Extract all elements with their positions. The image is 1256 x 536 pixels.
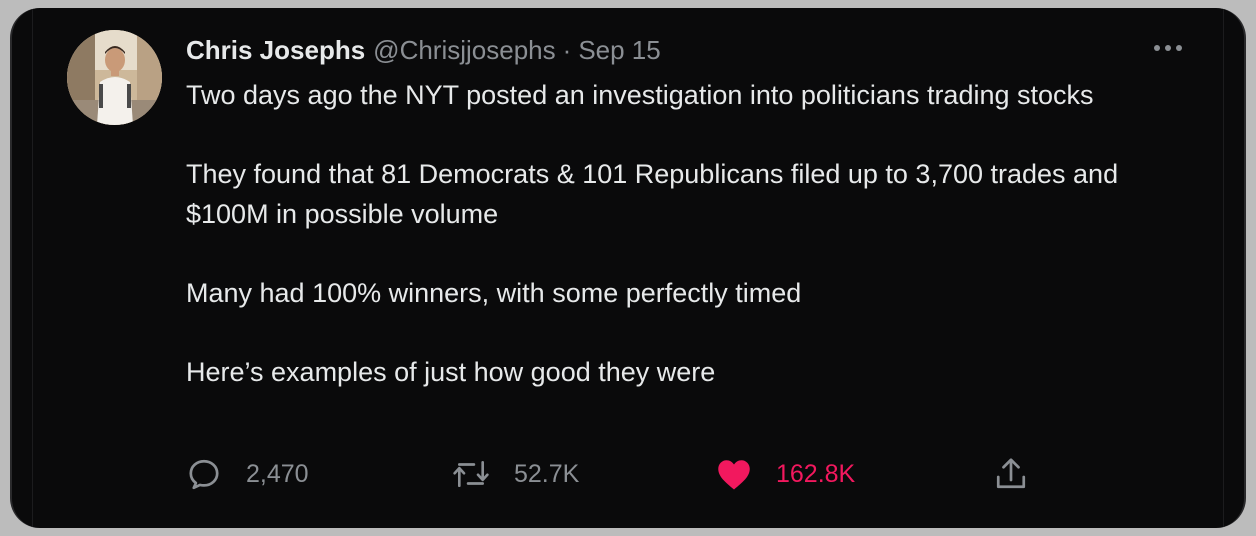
share-icon (996, 458, 1026, 489)
avatar-photo (67, 30, 162, 125)
author-name[interactable]: Chris Josephs (186, 35, 365, 66)
retweet-button[interactable]: 52.7K (452, 452, 579, 496)
tweet-paragraph: Here’s examples of just how good they we… (186, 356, 716, 387)
like-count: 162.8K (776, 459, 856, 488)
tweet-date[interactable]: Sep 15 (578, 35, 660, 66)
heart-icon (718, 460, 750, 490)
action-bar: 2,470 52.7K 162.8K (186, 452, 1046, 496)
more-options-button[interactable] (1150, 36, 1186, 60)
like-button[interactable]: 162.8K (716, 452, 855, 496)
share-button[interactable] (994, 452, 1028, 496)
avatar[interactable] (67, 30, 162, 125)
retweet-count: 52.7K (514, 459, 580, 488)
separator-dot: · (562, 34, 572, 65)
tweet-paragraph: They found that 81 Democrats & 101 Repub… (186, 159, 1119, 229)
reply-icon (189, 459, 219, 490)
tweet-header: Chris Josephs @Chrisjjosephs · Sep 15 (186, 32, 661, 68)
more-icon (1154, 45, 1182, 51)
retweet-icon (453, 460, 489, 488)
tweet-paragraph: Many had 100% winners, with some perfect… (186, 277, 802, 308)
reply-count: 2,470 (246, 459, 309, 488)
tweet-text: Two days ago the NYT posted an investiga… (186, 76, 1186, 392)
author-handle[interactable]: @Chrisjjosephs (373, 35, 555, 66)
tweet-paragraph: Two days ago the NYT posted an investiga… (186, 80, 1094, 110)
tweet-card[interactable]: Chris Josephs @Chrisjjosephs · Sep 15 Tw… (10, 8, 1246, 528)
reply-button[interactable]: 2,470 (186, 452, 309, 496)
